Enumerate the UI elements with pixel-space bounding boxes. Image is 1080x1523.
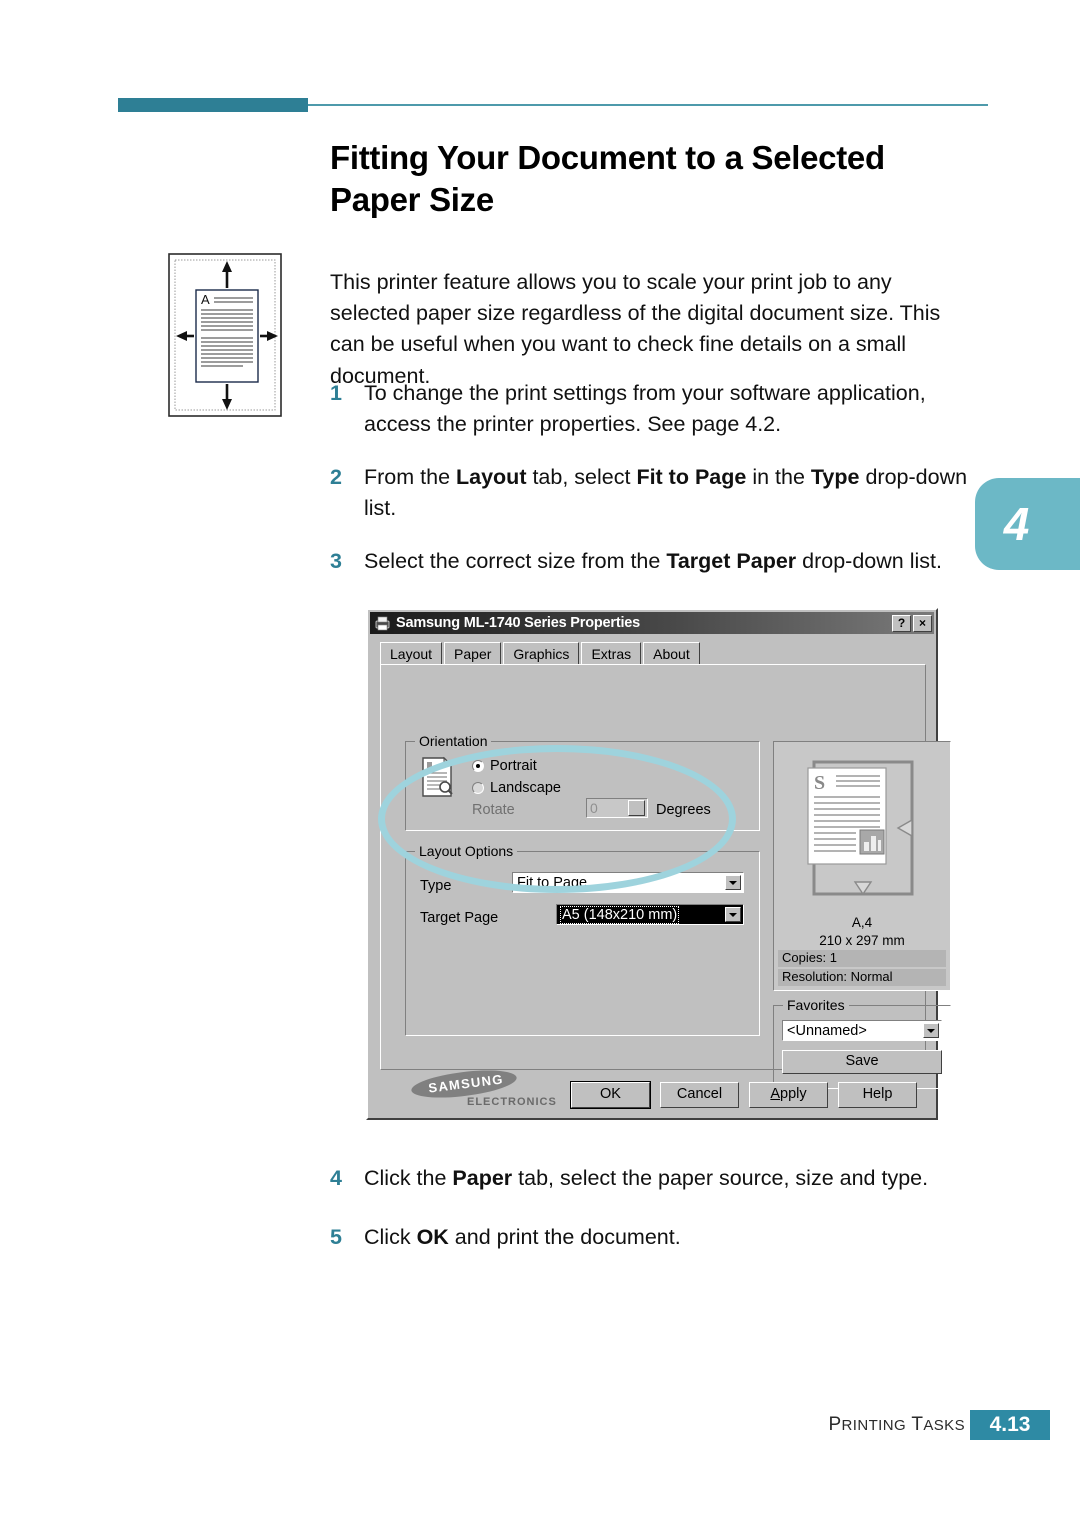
chevron-down-icon[interactable] xyxy=(725,875,741,890)
save-favorite-button[interactable]: Save xyxy=(782,1050,942,1074)
preview-paper-name: A,4 xyxy=(851,915,873,930)
tab-layout[interactable]: Layout xyxy=(380,642,443,665)
target-page-dropdown-value: A5 (148x210 mm) xyxy=(559,906,680,924)
preview-paper-dims: 210 x 297 mm xyxy=(819,933,905,949)
document-preview-icon xyxy=(420,756,454,798)
step-1: 1 To change the print settings from your… xyxy=(330,378,980,441)
radio-landscape-indicator[interactable] xyxy=(472,782,484,794)
layout-options-group: Layout Options Type Fit to Page Target P… xyxy=(405,843,760,1036)
step-5-number: 5 xyxy=(330,1225,342,1249)
page-footer: PRINTING TASKS 4.13 xyxy=(0,1408,1080,1444)
favorites-dropdown[interactable]: <Unnamed> xyxy=(782,1020,942,1041)
cancel-button[interactable]: Cancel xyxy=(660,1082,739,1108)
step-2-number: 2 xyxy=(330,465,342,489)
dialog-title-bar[interactable]: Samsung ML-1740 Series Properties ? × xyxy=(370,612,934,634)
dialog-tab-strip: Layout Paper Graphics Extras About xyxy=(380,642,926,665)
target-page-dropdown[interactable]: A5 (148x210 mm) xyxy=(556,904,744,925)
tab-about[interactable]: About xyxy=(643,642,700,665)
scale-document-illustration: A xyxy=(167,252,287,422)
radio-portrait-label: Portrait xyxy=(490,758,537,774)
radio-portrait[interactable]: Portrait xyxy=(472,758,537,774)
intro-paragraph: This printer feature allows you to scale… xyxy=(330,269,941,388)
step-4: 4 Click the Paper tab, select the paper … xyxy=(330,1163,990,1194)
radio-landscape-label: Landscape xyxy=(490,780,561,796)
header-rule xyxy=(118,98,988,112)
favorites-group: Favorites <Unnamed> Save xyxy=(773,997,951,1089)
favorites-group-title: Favorites xyxy=(783,997,849,1013)
chevron-down-icon[interactable] xyxy=(725,907,741,922)
footer-rinting: RINTING xyxy=(841,1417,907,1434)
target-page-label: Target Page xyxy=(420,910,499,926)
footer-p: P xyxy=(828,1414,842,1435)
preview-page-art: S xyxy=(800,756,926,908)
preview-resolution: Resolution: Normal xyxy=(778,969,946,986)
orientation-group: Orientation Portrait Landscape Rotate 0 … xyxy=(405,733,760,831)
preview-size-info: A,4 210 x 297 mm xyxy=(774,914,950,950)
type-label: Type xyxy=(420,878,452,894)
print-preview-panel: S A,4 210 x 297 mm Copies: 1 Resolution:… xyxy=(773,741,951,991)
apply-button-rest: pply xyxy=(780,1086,807,1102)
footer-asks: ASKS xyxy=(923,1417,965,1434)
tab-extras[interactable]: Extras xyxy=(581,642,642,665)
step-3: 3 Select the correct size from the Targe… xyxy=(330,546,970,577)
step-5: 5 Click OK and print the document. xyxy=(330,1222,990,1253)
ok-button[interactable]: OK xyxy=(570,1081,651,1109)
step-1-text: To change the print settings from your s… xyxy=(364,381,926,437)
degrees-label: Degrees xyxy=(656,802,711,818)
radio-landscape[interactable]: Landscape xyxy=(472,780,561,796)
preview-copies: Copies: 1 xyxy=(778,950,946,967)
dialog-title: Samsung ML-1740 Series Properties xyxy=(396,615,641,631)
type-dropdown-value: Fit to Page xyxy=(517,875,588,891)
header-rule-thin xyxy=(308,104,988,106)
type-dropdown[interactable]: Fit to Page xyxy=(512,872,744,893)
chapter-tab-number: 4 xyxy=(1003,498,1030,550)
help-button[interactable]: ? xyxy=(892,614,911,632)
step-2-text: From the Layout tab, select Fit to Page … xyxy=(364,465,968,521)
footer-section-label: PRINTING TASKS xyxy=(828,1414,965,1436)
step-3-text: Select the correct size from the Target … xyxy=(364,549,942,573)
step-4-text: Click the Paper tab, select the paper so… xyxy=(364,1166,929,1190)
printer-icon xyxy=(374,616,391,631)
dialog-button-row: OK Cancel Apply Help xyxy=(368,1081,936,1112)
close-icon[interactable]: × xyxy=(913,614,932,632)
layout-tab-panel: Orientation Portrait Landscape Rotate 0 … xyxy=(380,664,951,1108)
tab-paper[interactable]: Paper xyxy=(444,642,502,665)
svg-text:A: A xyxy=(201,292,210,307)
printer-properties-dialog: Samsung ML-1740 Series Properties ? × La… xyxy=(366,608,951,1120)
help-button-bottom[interactable]: Help xyxy=(838,1082,917,1108)
chapter-tab: 4 xyxy=(975,478,1080,570)
svg-text:S: S xyxy=(814,772,825,794)
step-3-number: 3 xyxy=(330,549,342,573)
page-number: 4.13 xyxy=(970,1410,1050,1440)
step-5-text: Click OK and print the document. xyxy=(364,1225,681,1249)
page-title: Fitting Your Document to a Selected Pape… xyxy=(330,137,970,221)
step-1-number: 1 xyxy=(330,381,342,405)
step-2: 2 From the Layout tab, select Fit to Pag… xyxy=(330,462,970,525)
footer-t: T xyxy=(911,1414,924,1435)
page-title-line1: Fitting Your Document to a Selected xyxy=(330,139,885,177)
tab-graphics[interactable]: Graphics xyxy=(503,642,580,665)
radio-portrait-indicator[interactable] xyxy=(472,760,484,772)
header-rule-thick xyxy=(118,98,308,112)
apply-button-mnemonic: A xyxy=(770,1086,781,1102)
rotate-label: Rotate xyxy=(472,802,515,818)
layout-options-group-title: Layout Options xyxy=(415,843,518,859)
chevron-down-icon[interactable] xyxy=(923,1023,939,1038)
orientation-group-title: Orientation xyxy=(415,733,492,749)
page-title-line2: Paper Size xyxy=(330,181,494,219)
apply-button[interactable]: Apply xyxy=(749,1082,828,1108)
favorites-dropdown-value: <Unnamed> xyxy=(787,1023,867,1039)
rotate-dropdown-arrow-icon[interactable] xyxy=(628,800,645,816)
step-4-number: 4 xyxy=(330,1166,342,1190)
